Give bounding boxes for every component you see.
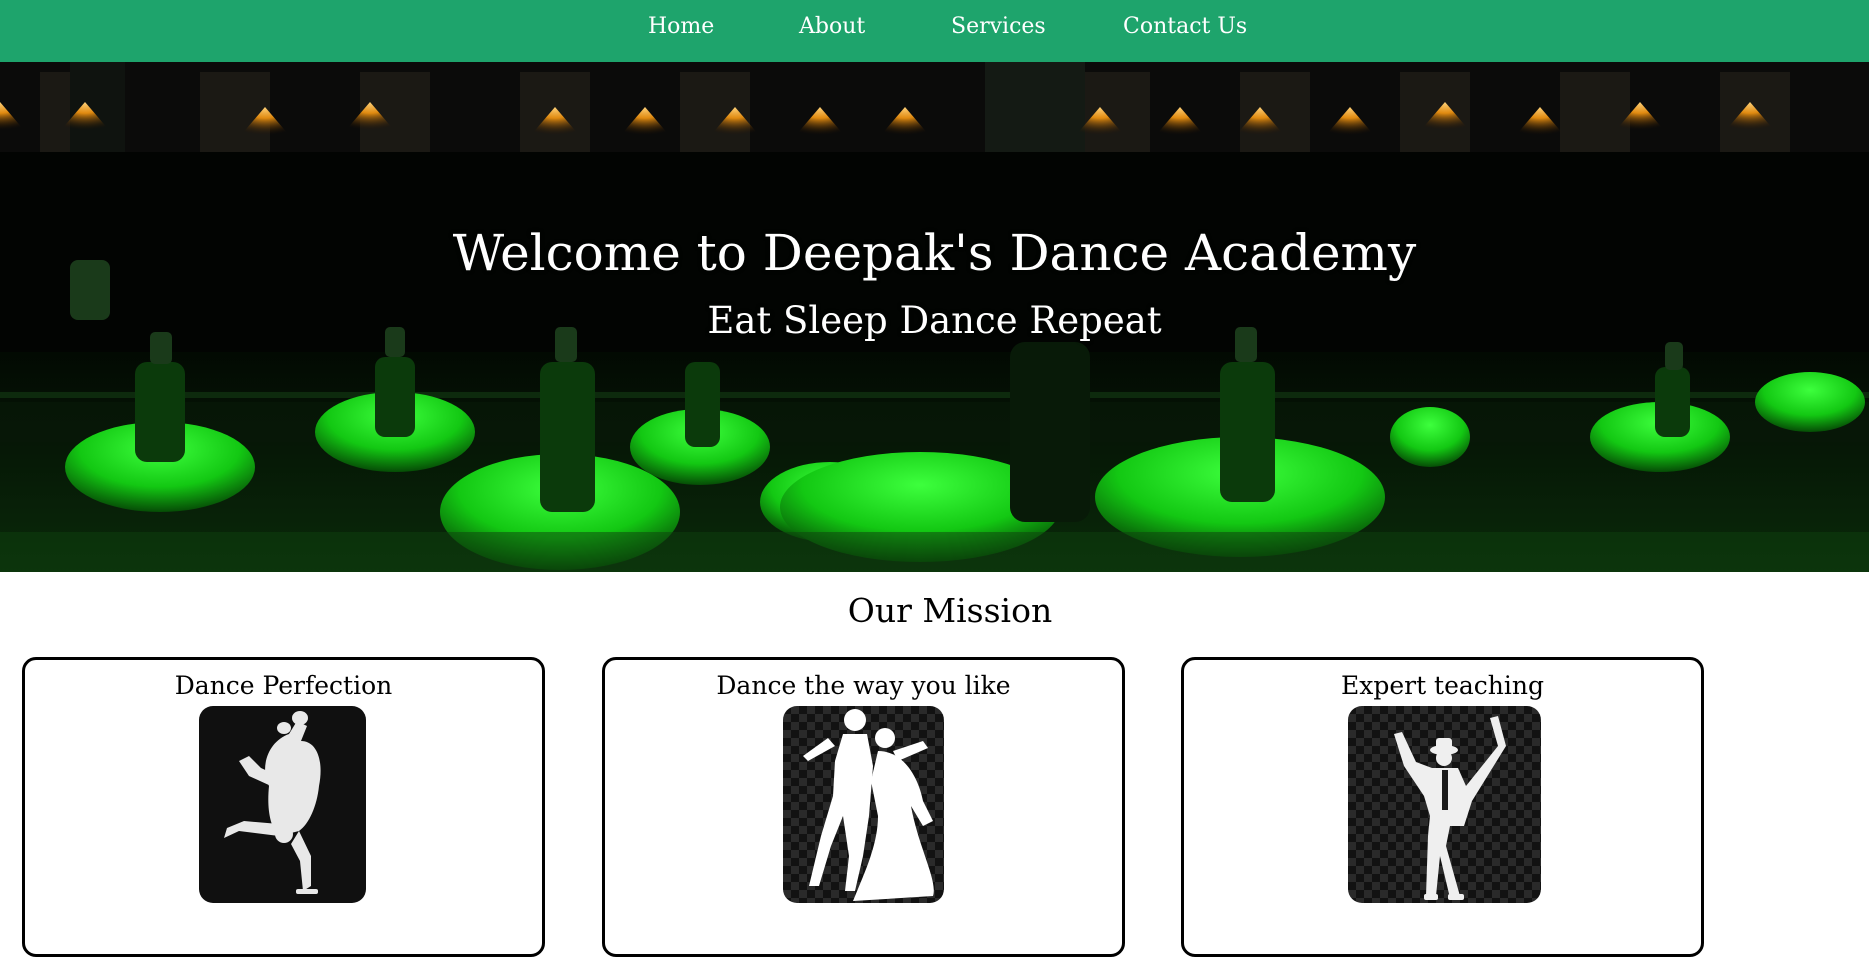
mission-heading: Our Mission (847, 591, 1053, 630)
card-title: Dance Perfection (174, 671, 393, 700)
mission-card-expert-teaching: Expert teaching (1181, 657, 1704, 957)
hero-banner: Welcome to Deepak's Dance Academy Eat Sl… (0, 62, 1869, 572)
mission-card-dance-perfection: Dance Perfection (22, 657, 545, 957)
breakdancer-silhouette-icon (199, 706, 366, 903)
navbar: Home About Services Contact Us (0, 0, 1869, 62)
hero-subtitle: Eat Sleep Dance Repeat (707, 299, 1162, 342)
mission-card-dance-the-way-you-like: Dance the way you like (602, 657, 1125, 957)
nav-link-about[interactable]: About (799, 14, 865, 39)
nav-link-home[interactable]: Home (648, 14, 714, 39)
hero-title: Welcome to Deepak's Dance Academy (452, 224, 1417, 282)
nav-link-services[interactable]: Services (951, 14, 1046, 39)
ballroom-couple-silhouette-icon (783, 706, 944, 903)
nav-link-contact-us[interactable]: Contact Us (1123, 14, 1247, 39)
card-title: Dance the way you like (716, 671, 1011, 700)
card-title: Expert teaching (1340, 671, 1545, 700)
dancer-hat-silhouette-icon (1348, 706, 1541, 903)
